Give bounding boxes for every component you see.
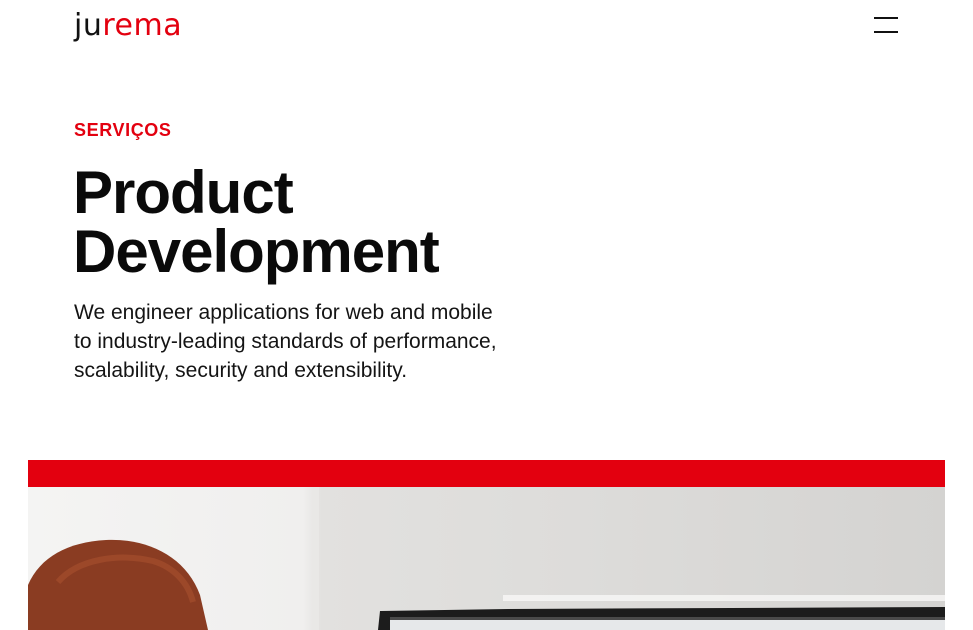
page-title-line-2: Development	[73, 218, 440, 285]
description-line-2: to industry-leading standards of perform…	[74, 330, 497, 353]
logo-text-dark: ju	[74, 8, 103, 43]
page-title: Product Development	[73, 159, 673, 285]
window-light-strip	[503, 595, 945, 601]
person-hair-shape	[28, 539, 208, 630]
hamburger-menu-icon[interactable]	[873, 14, 901, 38]
monitor-screen-bar	[390, 617, 945, 620]
hero-section	[28, 460, 945, 630]
section-eyebrow: SERVIÇOS	[74, 120, 172, 140]
hero-photo-illustration	[28, 487, 945, 630]
hero-photo	[28, 487, 945, 630]
page-description: We engineer applications for web and mob…	[74, 298, 554, 385]
wall-shadow-strip	[313, 487, 319, 630]
description-line-1: We engineer applications for web and mob…	[74, 301, 493, 324]
menu-bar-top	[874, 17, 898, 19]
page-title-line-1: Product	[73, 159, 294, 226]
description-line-3: scalability, security and extensibility.	[74, 359, 408, 382]
jurema-logo[interactable]: ju rema	[74, 6, 182, 46]
menu-bar-bottom	[874, 31, 898, 33]
site-header: ju rema	[0, 0, 973, 60]
hero-accent-bar	[28, 460, 945, 487]
logo-text-red: rema	[102, 8, 183, 43]
